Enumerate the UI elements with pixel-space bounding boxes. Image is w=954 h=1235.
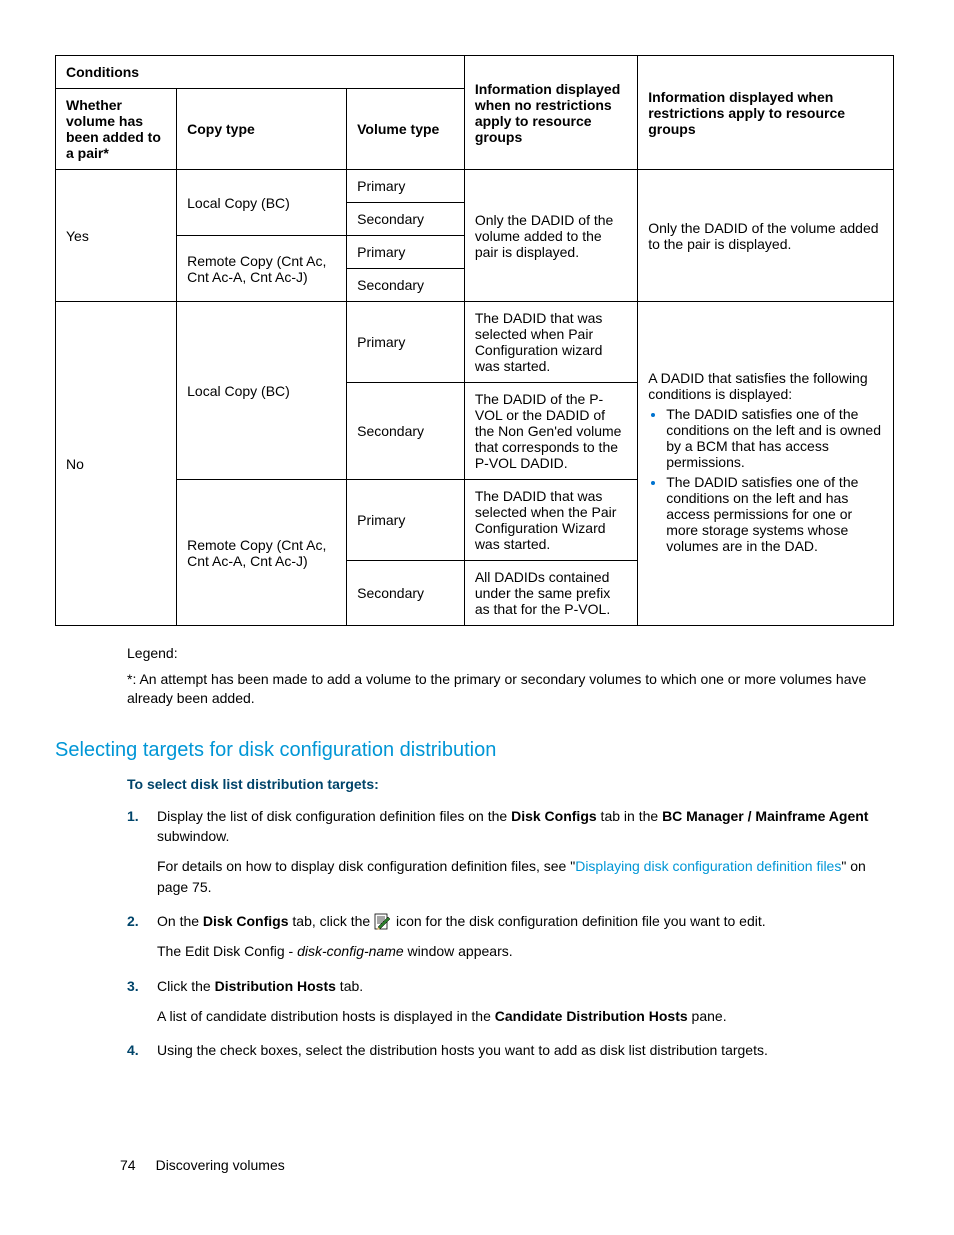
cell-vt: Secondary xyxy=(347,561,465,626)
step-number: 2. xyxy=(127,911,157,931)
cell-copy-remote-yes: Remote Copy (Cnt Ac, Cnt Ac-A, Cnt Ac-J) xyxy=(177,236,347,302)
th-copy-type: Copy type xyxy=(177,89,347,170)
page-number: 74 xyxy=(120,1157,136,1173)
th-whether: Whether volume has been added to a pair* xyxy=(56,89,177,170)
text-bold: Candidate Distribution Hosts xyxy=(495,1008,688,1024)
step-number: 3. xyxy=(127,976,157,996)
step-body: Using the check boxes, select the distri… xyxy=(157,1040,894,1060)
text: On the xyxy=(157,913,203,929)
text-italic: disk-config-name xyxy=(297,943,404,959)
step-4: 4. Using the check boxes, select the dis… xyxy=(127,1040,894,1060)
legend-note: *: An attempt has been made to add a vol… xyxy=(127,670,894,709)
step-1: 1. Display the list of disk configuratio… xyxy=(127,806,894,847)
restrict-bullet-2: The DADID satisfies one of the condition… xyxy=(666,474,883,554)
text: icon for the disk configuration definiti… xyxy=(392,913,766,929)
cell-vt: Secondary xyxy=(347,203,465,236)
table-row: Yes Local Copy (BC) Primary Only the DAD… xyxy=(56,170,894,203)
text: pane. xyxy=(688,1008,727,1024)
page: Conditions Information displayed when no… xyxy=(0,0,954,1235)
step-body: Click the Distribution Hosts tab. xyxy=(157,976,894,996)
step-2: 2. On the Disk Configs tab, click the ic… xyxy=(127,911,894,931)
restrict-bullet-1: The DADID satisfies one of the condition… xyxy=(666,406,883,470)
step-body: On the Disk Configs tab, click the icon … xyxy=(157,911,894,931)
step-3: 3. Click the Distribution Hosts tab. xyxy=(127,976,894,996)
table-header-row-1: Conditions Information displayed when no… xyxy=(56,56,894,89)
cell-yes-no-restrict: Only the DADID of the volume added to th… xyxy=(464,170,637,302)
link-display-disk-config[interactable]: Displaying disk configuration definition… xyxy=(575,858,841,874)
dadid-table: Conditions Information displayed when no… xyxy=(55,55,894,626)
cell-no-local-secondary: The DADID of the P-VOL or the DADID of t… xyxy=(464,383,637,480)
cell-no-remote-secondary: All DADIDs contained under the same pref… xyxy=(464,561,637,626)
cell-vt: Primary xyxy=(347,236,465,269)
text-bold: Distribution Hosts xyxy=(215,978,336,994)
th-no-restrict: Information displayed when no restrictio… xyxy=(464,56,637,170)
edit-icon xyxy=(374,913,392,931)
text: tab, click the xyxy=(289,913,375,929)
text: The Edit Disk Config - xyxy=(157,943,297,959)
legend-label: Legend: xyxy=(127,644,894,664)
text: tab in the xyxy=(597,808,662,824)
cell-copy-local-yes: Local Copy (BC) xyxy=(177,170,347,236)
cell-vt: Primary xyxy=(347,480,465,561)
cell-no-restrict: A DADID that satisfies the following con… xyxy=(638,302,894,626)
cell-copy-local-no: Local Copy (BC) xyxy=(177,302,347,480)
cell-vt: Primary xyxy=(347,302,465,383)
text: For details on how to display disk confi… xyxy=(157,858,575,874)
text: tab. xyxy=(336,978,363,994)
cell-yes-restrict: Only the DADID of the volume added to th… xyxy=(638,170,894,302)
th-volume-type: Volume type xyxy=(347,89,465,170)
step-number: 4. xyxy=(127,1040,157,1060)
cell-vt: Secondary xyxy=(347,383,465,480)
cell-whether-yes: Yes xyxy=(56,170,177,302)
cell-no-local-primary: The DADID that was selected when Pair Co… xyxy=(464,302,637,383)
table-row: No Local Copy (BC) Primary The DADID tha… xyxy=(56,302,894,383)
text: Using the check boxes, select the distri… xyxy=(157,1042,768,1058)
step-3-para: A list of candidate distribution hosts i… xyxy=(157,1006,894,1026)
cell-copy-remote-no: Remote Copy (Cnt Ac, Cnt Ac-A, Cnt Ac-J) xyxy=(177,480,347,626)
text: Display the list of disk configuration d… xyxy=(157,808,511,824)
step-body: Display the list of disk configuration d… xyxy=(157,806,894,847)
text-bold: Disk Configs xyxy=(203,913,289,929)
th-restrict: Information displayed when restrictions … xyxy=(638,56,894,170)
text-bold: Disk Configs xyxy=(511,808,597,824)
step-number: 1. xyxy=(127,806,157,847)
cell-whether-no: No xyxy=(56,302,177,626)
cell-vt: Primary xyxy=(347,170,465,203)
step-2-para: The Edit Disk Config - disk-config-name … xyxy=(157,941,894,961)
th-conditions: Conditions xyxy=(56,56,465,89)
text: subwindow. xyxy=(157,828,229,844)
section-heading: Selecting targets for disk configuration… xyxy=(55,739,894,762)
text: Click the xyxy=(157,978,215,994)
section-sub-heading: To select disk list distribution targets… xyxy=(127,776,894,792)
cell-vt: Secondary xyxy=(347,269,465,302)
text: window appears. xyxy=(404,943,513,959)
cell-no-remote-primary: The DADID that was selected when the Pai… xyxy=(464,480,637,561)
text-bold: BC Manager / Mainframe Agent xyxy=(662,808,868,824)
page-footer: 74 Discovering volumes xyxy=(120,1157,285,1173)
restrict-bullets: The DADID satisfies one of the condition… xyxy=(648,406,883,554)
restrict-intro: A DADID that satisfies the following con… xyxy=(648,370,867,402)
step-1-para: For details on how to display disk confi… xyxy=(157,856,894,897)
footer-title: Discovering volumes xyxy=(156,1157,285,1173)
text: A list of candidate distribution hosts i… xyxy=(157,1008,495,1024)
